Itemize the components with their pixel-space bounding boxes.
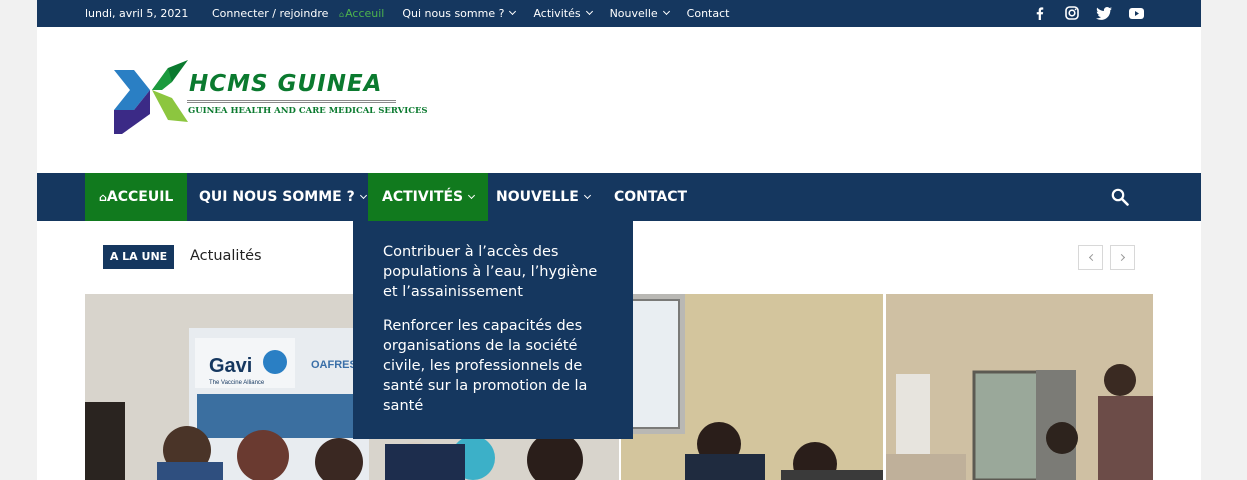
dropdown-item-water[interactable]: Contribuer à l’accès des populations à l… (383, 242, 613, 302)
social-links (1031, 5, 1145, 21)
chevron-left-icon (1088, 253, 1096, 262)
featured-photo-2[interactable] (621, 294, 883, 480)
chevron-down-icon (359, 191, 367, 200)
login-link[interactable]: Connecter / rejoindre (212, 7, 328, 20)
activities-dropdown: Contribuer à l’accès des populations à l… (353, 221, 633, 439)
top-bar: lundi, avril 5, 2021 Connecter / rejoind… (37, 0, 1201, 27)
nav-item-activities[interactable]: ACTIVITÉS (368, 173, 489, 221)
top-menu-activities[interactable]: Activités (533, 7, 593, 20)
ticker-badge: A LA UNE (103, 245, 174, 269)
featured-photo-3[interactable] (886, 294, 1153, 480)
youtube-icon[interactable] (1127, 5, 1145, 21)
banner-gavi-text: Gavi (209, 355, 252, 377)
nav-item-home[interactable]: ⌂ACCEUIL (85, 173, 188, 221)
search-icon[interactable] (1111, 188, 1129, 206)
logo-rule (187, 100, 396, 103)
twitter-icon[interactable] (1095, 5, 1113, 21)
top-menu-home[interactable]: ⌂Acceuil (339, 7, 384, 20)
instagram-icon[interactable] (1063, 5, 1081, 21)
home-icon: ⌂ (339, 10, 345, 19)
facebook-icon[interactable] (1031, 5, 1049, 21)
banner-gavi-subtext: The Vaccine Alliance (209, 380, 265, 386)
nav-item-contact[interactable]: CONTACT (600, 173, 701, 221)
chevron-down-icon (509, 7, 517, 16)
top-menu-news[interactable]: Nouvelle (610, 7, 670, 20)
chevron-down-icon (468, 191, 476, 200)
logo-title: HCMS GUINEA (189, 71, 383, 97)
current-date: lundi, avril 5, 2021 (85, 7, 189, 20)
top-menu-contact[interactable]: Contact (687, 7, 730, 20)
home-icon: ⌂ (99, 191, 107, 204)
top-menu-about[interactable]: Qui nous somme ? (402, 7, 517, 20)
dropdown-item-capacity[interactable]: Renforcer les capacités des organisation… (383, 316, 613, 416)
logo-mark-icon (114, 60, 188, 134)
ticker-prev-button[interactable] (1078, 245, 1103, 270)
chevron-right-icon (1117, 253, 1125, 262)
logo-subtitle: GUINEA HEALTH AND CARE MEDICAL SERVICES (188, 106, 428, 116)
page: lundi, avril 5, 2021 Connecter / rejoind… (37, 0, 1201, 480)
chevron-down-icon (662, 7, 670, 16)
chevron-down-icon (583, 191, 591, 200)
top-menu: ⌂Acceuil Qui nous somme ? Activités Nouv… (339, 7, 747, 20)
nav-item-about[interactable]: QUI NOUS SOMME ? (185, 173, 380, 221)
main-nav: ⌂ACCEUIL QUI NOUS SOMME ? ACTIVITÉS NOUV… (37, 173, 1201, 221)
ticker-headline[interactable]: Actualités (190, 248, 262, 264)
ticker-next-button[interactable] (1110, 245, 1135, 270)
nav-item-news[interactable]: NOUVELLE (482, 173, 604, 221)
site-logo[interactable]: HCMS GUINEA GUINEA HEALTH AND CARE MEDIC… (112, 60, 428, 135)
chevron-down-icon (585, 7, 593, 16)
site-header: HCMS GUINEA GUINEA HEALTH AND CARE MEDIC… (37, 27, 1201, 173)
